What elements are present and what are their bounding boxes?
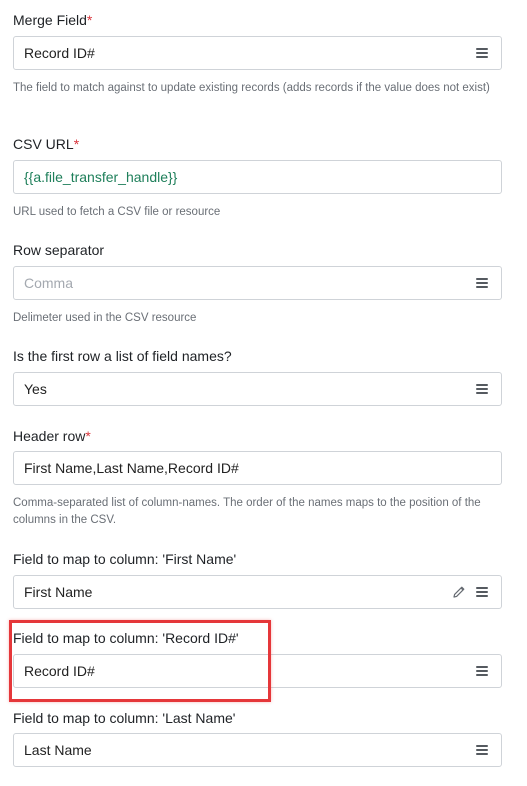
csv-url-value: {{a.file_transfer_handle}} bbox=[24, 169, 178, 185]
menu-icon[interactable] bbox=[476, 745, 488, 755]
header-row-label: Header row* bbox=[13, 428, 91, 444]
required-mark: * bbox=[86, 12, 93, 28]
map-last-name-label: Field to map to column: 'Last Name' bbox=[13, 710, 236, 726]
csv-url-input[interactable]: {{a.file_transfer_handle}} bbox=[13, 160, 502, 194]
map-last-name-value: Last Name bbox=[24, 742, 92, 758]
first-row-names-value: Yes bbox=[24, 381, 47, 397]
row-separator-placeholder: Comma bbox=[24, 275, 74, 291]
required-mark: * bbox=[85, 428, 91, 444]
highlight-annotation-box bbox=[9, 620, 271, 702]
csv-url-help: URL used to fetch a CSV file or resource bbox=[13, 206, 221, 218]
merge-field-help: The field to match against to update exi… bbox=[13, 82, 490, 94]
merge-field-select[interactable]: Record ID# bbox=[13, 36, 502, 70]
header-row-input[interactable]: First Name,Last Name,Record ID# bbox=[13, 451, 502, 485]
map-first-name-label: Field to map to column: 'First Name' bbox=[13, 551, 237, 567]
merge-field-value: Record ID# bbox=[24, 45, 95, 61]
header-row-value: First Name,Last Name,Record ID# bbox=[24, 460, 239, 476]
menu-icon[interactable] bbox=[476, 278, 488, 288]
required-mark: * bbox=[73, 136, 80, 152]
merge-field-label: Merge Field* bbox=[13, 12, 93, 28]
menu-icon[interactable] bbox=[476, 384, 488, 394]
pencil-icon[interactable] bbox=[451, 584, 467, 600]
map-first-name-select[interactable]: First Name bbox=[13, 575, 502, 609]
first-row-names-select[interactable]: Yes bbox=[13, 372, 502, 406]
header-row-help: Comma-separated list of column-names. Th… bbox=[13, 497, 481, 526]
row-separator-help: Delimeter used in the CSV resource bbox=[13, 312, 197, 324]
menu-icon[interactable] bbox=[476, 48, 488, 58]
menu-icon[interactable] bbox=[476, 587, 488, 597]
csv-url-label: CSV URL* bbox=[13, 136, 80, 152]
menu-icon[interactable] bbox=[476, 666, 488, 676]
row-separator-label: Row separator bbox=[13, 242, 105, 258]
first-row-names-label: Is the first row a list of field names? bbox=[13, 348, 232, 364]
map-first-name-value: First Name bbox=[24, 584, 93, 600]
row-separator-select[interactable]: Comma bbox=[13, 266, 502, 300]
map-last-name-select[interactable]: Last Name bbox=[13, 733, 502, 767]
